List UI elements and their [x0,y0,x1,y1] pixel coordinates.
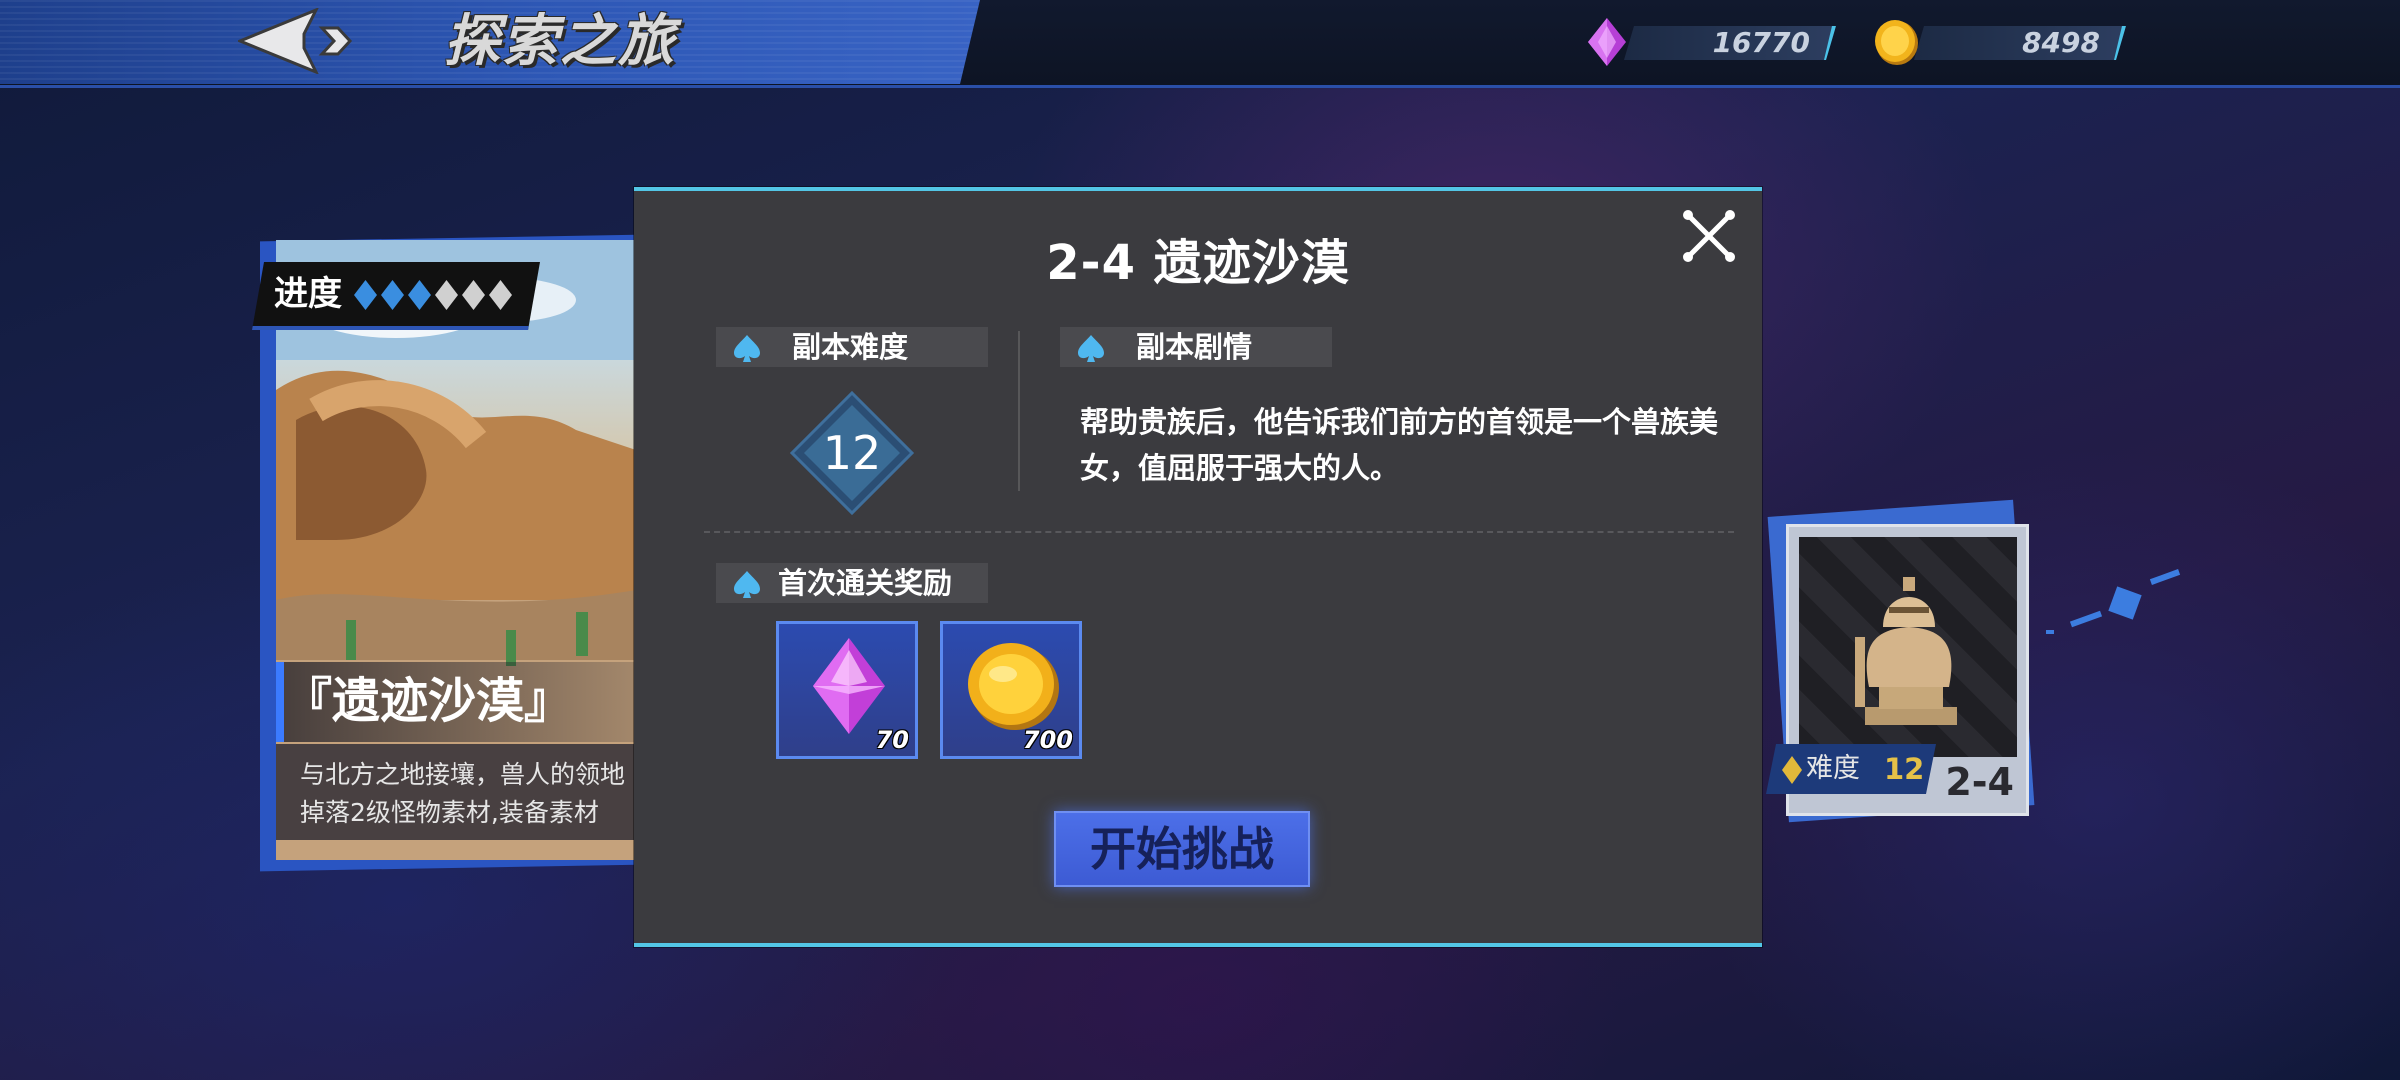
progress-diamond-icon [408,280,431,310]
purple-gem-icon [813,638,885,734]
reward-header-label: 首次通关奖励 [778,566,953,600]
difficulty-section-header: 副本难度 [716,327,988,367]
difficulty-diamond-icon [1782,756,1802,784]
close-icon [1683,210,1735,262]
reward-item-gem[interactable]: 70 [776,621,918,759]
reward-quantity: 70 [875,726,909,754]
purple-gem-icon [1588,18,1626,66]
page-title: 探索之旅 [444,9,676,74]
progress-diamond-icon [381,280,404,310]
reward-item-coin[interactable]: 700 [940,621,1082,759]
next-difficulty-value: 12 [1884,752,1925,786]
stage-name: 『遗迹沙漠』 [276,662,636,742]
coin-counter-bar-end [2114,26,2126,60]
next-stage-difficulty: 难度 12 [1766,744,1936,794]
progress-tag: 进度 [252,262,540,330]
stage-description-line-1: 与北方之地接壤，兽人的领地 [300,760,626,789]
spade-icon [734,335,760,362]
back-arrow-icon [236,7,353,75]
knight-statue-icon [1855,577,1957,725]
spade-icon [1078,335,1104,362]
gem-counter-bar-end [1824,26,1836,60]
progress-diamond-icon [435,280,458,310]
story-text: 帮助贵族后，他告诉我们前方的首领是一个兽族美女，值屈服于强大的人。 [1080,405,1719,485]
coin-count: 8498 [2022,26,2100,59]
gem-counter-bar: 16770 [1624,26,1836,60]
story-header-label: 副本剧情 [1136,330,1253,364]
gem-count: 16770 [1712,26,1810,59]
reward-section-header: 首次通关奖励 [716,563,988,603]
coin-counter-bar: 8498 [1914,26,2126,60]
progress-diamond-icon [354,280,377,310]
top-bar: 探索之旅 16770 8498 [0,0,2400,88]
progress-label: 进度 [274,274,342,314]
gold-coin-icon [968,643,1059,730]
difficulty-header-label: 副本难度 [792,330,909,364]
back-button[interactable] [236,7,368,75]
dialog-title: 2-4 遗迹沙漠 [1046,235,1350,291]
next-stage-label: 2-4 [1945,760,2014,804]
next-stage-art [1799,537,2017,757]
close-button[interactable] [1680,207,1738,265]
gold-coin-icon [1875,20,1918,65]
start-challenge-button[interactable]: 开始挑战 [1054,811,1310,887]
reward-quantity: 700 [1022,726,1073,754]
spade-icon [734,571,760,598]
progress-diamond-icon [489,280,512,310]
difficulty-value: 12 [822,426,882,480]
progress-diamonds [354,280,512,310]
next-difficulty-label: 难度 [1806,753,1860,784]
stage-detail-dialog: 2-4 遗迹沙漠 副本难度 12 副本剧情 帮助贵族后，他告诉我们前方的首领是一… [634,187,1762,947]
stage-description-line-2: 掉落2级怪物素材,装备素材 [300,798,599,827]
decorative-dashes [2046,569,2181,634]
story-section-header: 副本剧情 [1060,327,1332,367]
section-divider-vertical [1018,331,1020,491]
section-divider-horizontal [704,531,1734,533]
progress-diamond-icon [462,280,485,310]
stage-description: 与北方之地接壤，兽人的领地 掉落2级怪物素材,装备素材 [276,744,636,840]
